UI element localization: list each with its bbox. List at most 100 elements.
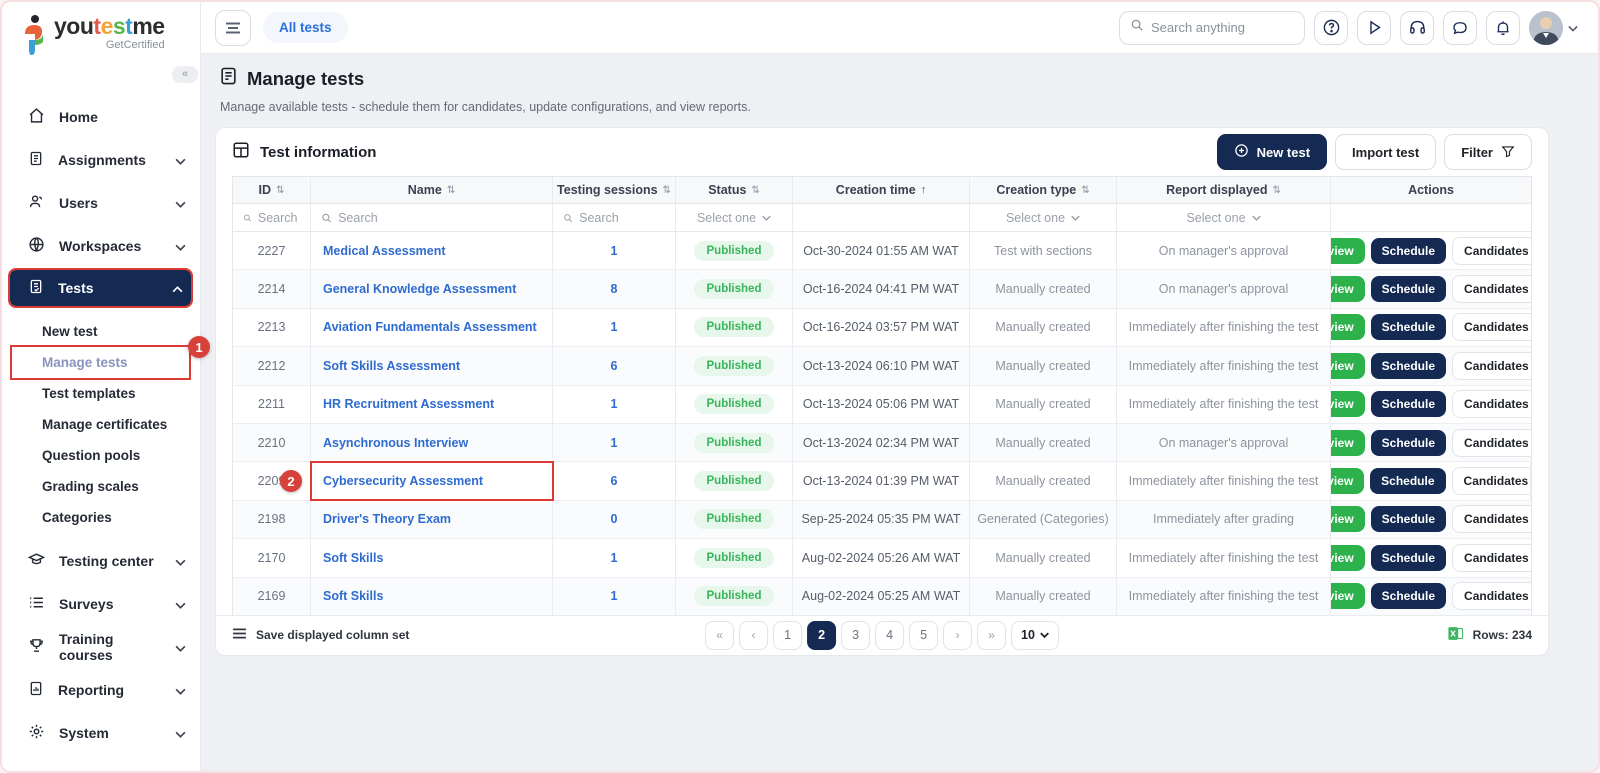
filter-report-select[interactable]: Select one [1117,204,1331,231]
brand-logo[interactable]: youtestme GetCertified [2,2,200,63]
sidebar-item-home[interactable]: Home [2,95,200,138]
test-name-link[interactable]: Soft Skills [323,551,383,565]
filter-name-input[interactable] [338,211,542,225]
candidates-button[interactable]: Candidates [1452,582,1531,610]
sidebar-item-system[interactable]: System [2,711,200,754]
sidebar-subitem-manage-tests[interactable]: Manage tests [12,347,189,378]
hamburger-menu-icon[interactable] [215,10,251,46]
candidates-button[interactable]: Candidates [1452,390,1531,418]
help-icon[interactable] [1314,11,1348,45]
schedule-button[interactable]: Schedule [1371,391,1446,417]
sidebar-subitem-question-pools[interactable]: Question pools [2,440,200,471]
new-test-button[interactable]: New test [1217,134,1327,170]
schedule-button[interactable]: Schedule [1371,238,1446,264]
sidebar-subitem-new-test[interactable]: New test [2,316,200,347]
first-page-button[interactable]: « [705,621,734,650]
sessions-count-link[interactable]: 1 [611,436,618,450]
column-header-status[interactable]: Status⇅ [676,177,793,203]
sessions-count-link[interactable]: 1 [611,551,618,565]
preview-button[interactable]: Preview [1331,545,1365,571]
column-header-creation-time[interactable]: Creation time↑ [793,177,970,203]
preview-button[interactable]: Preview [1331,353,1365,379]
import-test-button[interactable]: Import test [1335,134,1436,170]
chat-icon[interactable] [1443,11,1477,45]
test-name-link[interactable]: Aviation Fundamentals Assessment [323,320,537,334]
column-header-creation-type[interactable]: Creation type⇅ [970,177,1117,203]
schedule-button[interactable]: Schedule [1371,430,1446,456]
candidates-button[interactable]: Candidates [1452,313,1531,341]
test-name-link[interactable]: Asynchronous Interview [323,436,468,450]
support-headset-icon[interactable] [1400,11,1434,45]
last-page-button[interactable]: » [977,621,1006,650]
sidebar-item-workspaces[interactable]: Workspaces [2,224,200,267]
preview-button[interactable]: Preview [1331,583,1365,609]
test-name-link[interactable]: Soft Skills Assessment [323,359,460,373]
test-name-link[interactable]: Cybersecurity Assessment [323,474,483,488]
filter-status-select[interactable]: Select one [676,204,793,231]
sidebar-item-tests[interactable]: Tests [10,270,191,306]
excel-export-icon[interactable] [1447,625,1464,645]
page-button-3[interactable]: 3 [841,621,870,650]
sidebar-item-assignments[interactable]: Assignments [2,138,200,181]
column-header-report[interactable]: Report displayed⇅ [1117,177,1331,203]
sessions-count-link[interactable]: 6 [611,359,618,373]
sidebar-subitem-manage-certificates[interactable]: Manage certificates [2,409,200,440]
sidebar-item-surveys[interactable]: Surveys [2,582,200,625]
next-page-button[interactable]: › [943,621,972,650]
prev-page-button[interactable]: ‹ [739,621,768,650]
test-name-link[interactable]: General Knowledge Assessment [323,282,516,296]
preview-button[interactable]: Preview [1331,430,1365,456]
column-header-sessions[interactable]: Testing sessions⇅ [553,177,676,203]
notifications-bell-icon[interactable] [1486,11,1520,45]
candidates-button[interactable]: Candidates [1452,467,1531,495]
sessions-count-link[interactable]: 8 [611,282,618,296]
page-button-1[interactable]: 1 [773,621,802,650]
test-name-link[interactable]: Driver's Theory Exam [323,512,451,526]
test-name-link[interactable]: HR Recruitment Assessment [323,397,494,411]
sidebar-subitem-categories[interactable]: Categories [2,502,200,533]
sessions-count-link[interactable]: 1 [611,320,618,334]
sidebar-item-users[interactable]: Users [2,181,200,224]
sidebar-item-reporting[interactable]: Reporting [2,668,200,711]
column-header-name[interactable]: Name⇅ [311,177,553,203]
candidates-button[interactable]: Candidates [1452,429,1531,457]
page-button-4[interactable]: 4 [875,621,904,650]
column-header-id[interactable]: ID⇅ [233,177,311,203]
sessions-count-link[interactable]: 1 [611,397,618,411]
candidates-button[interactable]: Candidates [1452,237,1531,265]
user-menu[interactable] [1529,11,1578,45]
sessions-count-link[interactable]: 1 [611,244,618,258]
sessions-count-link[interactable]: 0 [611,512,618,526]
filter-creation-type-select[interactable]: Select one [970,204,1117,231]
preview-button[interactable]: Preview [1331,314,1365,340]
sidebar-item-testing-center[interactable]: Testing center [2,539,200,582]
schedule-button[interactable]: Schedule [1371,545,1446,571]
preview-button[interactable]: Preview [1331,468,1364,494]
sessions-count-link[interactable]: 6 [611,474,618,488]
schedule-button[interactable]: Schedule [1371,314,1446,340]
sessions-count-link[interactable]: 1 [611,589,618,603]
preview-button[interactable]: Preview [1331,506,1365,532]
page-button-2-active[interactable]: 2 [807,621,836,650]
test-name-link[interactable]: Medical Assessment [323,244,446,258]
play-tour-icon[interactable] [1357,11,1391,45]
preview-button[interactable]: Preview [1331,276,1365,302]
filter-sessions-input[interactable] [579,211,665,225]
filter-id-input[interactable] [258,211,300,225]
sidebar-collapse-button[interactable]: « [172,66,198,83]
candidates-button[interactable]: Candidates [1452,505,1531,533]
preview-button[interactable]: Preview [1331,391,1365,417]
schedule-button[interactable]: Schedule [1371,353,1446,379]
sidebar-item-training-courses[interactable]: Training courses [2,625,200,668]
candidates-button[interactable]: Candidates [1452,352,1531,380]
sidebar-subitem-test-templates[interactable]: Test templates [2,378,200,409]
filter-button[interactable]: Filter [1444,134,1532,170]
candidates-button[interactable]: Candidates [1452,544,1531,572]
sidebar-subitem-grading-scales[interactable]: Grading scales [2,471,200,502]
candidates-button[interactable]: Candidates [1452,275,1531,303]
schedule-button[interactable]: Schedule [1371,276,1446,302]
global-search-input[interactable] [1151,20,1294,35]
page-size-select[interactable]: 10 [1011,621,1059,650]
test-name-link[interactable]: Soft Skills [323,589,383,603]
preview-button[interactable]: Preview [1331,238,1365,264]
